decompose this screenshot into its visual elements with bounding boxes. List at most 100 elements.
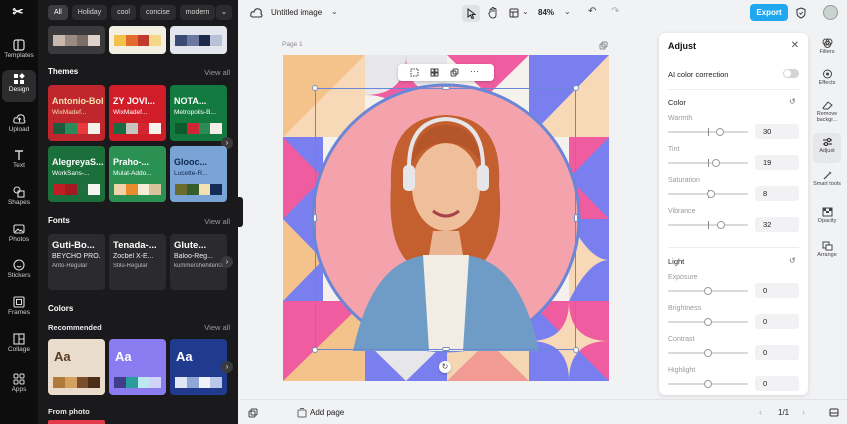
color-card[interactable]: Aa bbox=[48, 339, 105, 395]
color-value-input[interactable]: 19 bbox=[755, 155, 799, 170]
slider-thumb[interactable] bbox=[716, 128, 724, 136]
light-slider[interactable] bbox=[668, 318, 748, 326]
duplicate-page-icon[interactable] bbox=[599, 41, 608, 50]
capcut-logo[interactable]: ✂ bbox=[8, 4, 28, 20]
chip-cool[interactable]: cool bbox=[111, 5, 136, 20]
zoom-level[interactable]: 84% bbox=[538, 8, 554, 17]
chip-modern[interactable]: modern bbox=[179, 5, 216, 20]
rail-item-text[interactable]: Text bbox=[2, 146, 36, 178]
slider-thumb[interactable] bbox=[704, 380, 712, 388]
title-dropdown-chevron-icon[interactable]: ⌄ bbox=[331, 7, 338, 16]
theme-card[interactable]: NOTA... Metropolis-B... bbox=[170, 85, 227, 141]
color-slider[interactable] bbox=[668, 128, 748, 136]
chips-expand-button[interactable]: ⌄ bbox=[216, 5, 232, 20]
cursor-select-icon[interactable] bbox=[467, 8, 476, 19]
resize-handle-bottom-right[interactable] bbox=[573, 347, 579, 353]
themes-view-all[interactable]: View all bbox=[204, 68, 230, 77]
shield-icon[interactable] bbox=[796, 7, 806, 19]
ai-color-correction-toggle[interactable] bbox=[783, 69, 799, 78]
color-slider[interactable] bbox=[668, 190, 748, 198]
grid-layout-icon[interactable] bbox=[430, 68, 439, 77]
page-overview-icon[interactable] bbox=[829, 408, 839, 417]
font-card[interactable]: Guti-Bo... BEYCHO PRO... Anto-Regular bbox=[48, 234, 105, 290]
add-page-icon[interactable] bbox=[297, 408, 307, 418]
theme-card[interactable]: ZY JOVI... WixMadef... bbox=[109, 85, 166, 141]
close-icon[interactable]: ✕ bbox=[791, 40, 799, 51]
color-slider[interactable] bbox=[668, 221, 748, 229]
rail-item-templates[interactable]: Templates bbox=[2, 36, 36, 68]
theme-card[interactable]: Praho-... Mulat-Addo... bbox=[109, 146, 166, 202]
theme-card[interactable]: Antonio-Bold WixMadef... bbox=[48, 85, 105, 141]
rail-item-photos[interactable]: Photos bbox=[2, 220, 36, 252]
theme-card[interactable]: AlegreyaS... WorkSans-... bbox=[48, 146, 105, 202]
hand-pan-icon[interactable] bbox=[488, 7, 498, 19]
rail-item-shapes[interactable]: Shapes bbox=[2, 183, 36, 215]
rail-item-design[interactable]: Design bbox=[2, 70, 36, 102]
pages-icon[interactable] bbox=[248, 408, 258, 418]
color-slider[interactable] bbox=[668, 159, 748, 167]
color-card[interactable]: Aa bbox=[109, 339, 166, 395]
color-value-input[interactable]: 8 bbox=[755, 186, 799, 201]
avatar[interactable] bbox=[823, 5, 838, 20]
resize-handle-top-right[interactable] bbox=[573, 85, 579, 91]
resize-handle-bottom[interactable] bbox=[442, 347, 450, 351]
chip-holiday[interactable]: Holiday bbox=[71, 5, 108, 20]
rail-item-effects[interactable]: Effects bbox=[813, 69, 841, 86]
slider-thumb[interactable] bbox=[707, 190, 716, 198]
resize-handle-left[interactable] bbox=[313, 214, 317, 222]
document-title[interactable]: Untitled image bbox=[271, 8, 322, 17]
next-page-chevron-icon[interactable]: › bbox=[802, 407, 805, 417]
undo-icon[interactable]: ↶ bbox=[588, 6, 596, 17]
chip-all[interactable]: All bbox=[48, 5, 68, 20]
rail-item-adjust[interactable]: Adjust bbox=[813, 133, 841, 163]
rotate-handle-icon[interactable]: ↻ bbox=[439, 361, 451, 373]
rail-item-opacity[interactable]: Opacity bbox=[813, 207, 841, 224]
slider-thumb[interactable] bbox=[716, 221, 725, 229]
fonts-view-all[interactable]: View all bbox=[204, 217, 230, 226]
duplicate-icon[interactable] bbox=[450, 68, 459, 77]
resize-handle-top-left[interactable] bbox=[312, 85, 318, 91]
rail-item-frames[interactable]: Frames bbox=[2, 293, 36, 325]
light-slider[interactable] bbox=[668, 349, 748, 357]
resize-canvas-icon[interactable] bbox=[509, 8, 519, 18]
slider-thumb[interactable] bbox=[712, 159, 720, 167]
resize-dropdown-chevron-icon[interactable]: ⌄ bbox=[522, 7, 529, 16]
redo-icon[interactable]: ↷ bbox=[611, 6, 619, 17]
resize-handle-bottom-left[interactable] bbox=[312, 347, 318, 353]
palette-card[interactable] bbox=[48, 26, 105, 54]
rail-item-collage[interactable]: Collage bbox=[2, 330, 36, 362]
palette-card[interactable] bbox=[170, 26, 227, 54]
light-slider[interactable] bbox=[668, 380, 748, 388]
slider-thumb[interactable] bbox=[704, 349, 712, 357]
prev-page-chevron-icon[interactable]: ‹ bbox=[759, 407, 762, 417]
add-page-button[interactable]: Add page bbox=[310, 408, 344, 417]
colors-view-all[interactable]: View all bbox=[204, 323, 230, 332]
color-card[interactable]: Aa bbox=[170, 339, 227, 395]
zoom-dropdown-chevron-icon[interactable]: ⌄ bbox=[564, 7, 571, 16]
resize-handle-top[interactable] bbox=[442, 86, 450, 90]
colors-next-arrow[interactable]: › bbox=[221, 361, 233, 373]
light-reset-icon[interactable]: ↺ bbox=[789, 256, 796, 265]
rail-item-arrange[interactable]: Arrange bbox=[813, 241, 841, 258]
selection-box[interactable] bbox=[315, 88, 576, 350]
resize-handle-right[interactable] bbox=[574, 214, 578, 222]
light-slider[interactable] bbox=[668, 287, 748, 295]
slider-thumb[interactable] bbox=[704, 318, 712, 326]
cloud-save-icon[interactable] bbox=[250, 7, 263, 18]
rail-item-upload[interactable]: Upload bbox=[2, 110, 36, 142]
color-value-input[interactable]: 30 bbox=[755, 124, 799, 139]
more-options-icon[interactable]: ··· bbox=[470, 66, 479, 76]
color-reset-icon[interactable]: ↺ bbox=[789, 97, 796, 106]
slider-thumb[interactable] bbox=[704, 287, 712, 295]
crop-icon[interactable] bbox=[410, 68, 419, 77]
font-card[interactable]: Tenada-... Zocbel X-E... Stilu-Regular bbox=[109, 234, 166, 290]
export-button[interactable]: Export bbox=[750, 4, 788, 21]
from-photo-card[interactable] bbox=[48, 420, 105, 424]
palette-card[interactable] bbox=[109, 26, 166, 54]
fonts-next-arrow[interactable]: › bbox=[221, 256, 233, 268]
color-value-input[interactable]: 32 bbox=[755, 217, 799, 232]
light-value-input[interactable]: 0 bbox=[755, 376, 799, 391]
rail-item-filters[interactable]: Filters bbox=[813, 38, 841, 55]
rail-item-remove-background[interactable]: Remove backgr... bbox=[813, 100, 841, 123]
light-value-input[interactable]: 0 bbox=[755, 345, 799, 360]
